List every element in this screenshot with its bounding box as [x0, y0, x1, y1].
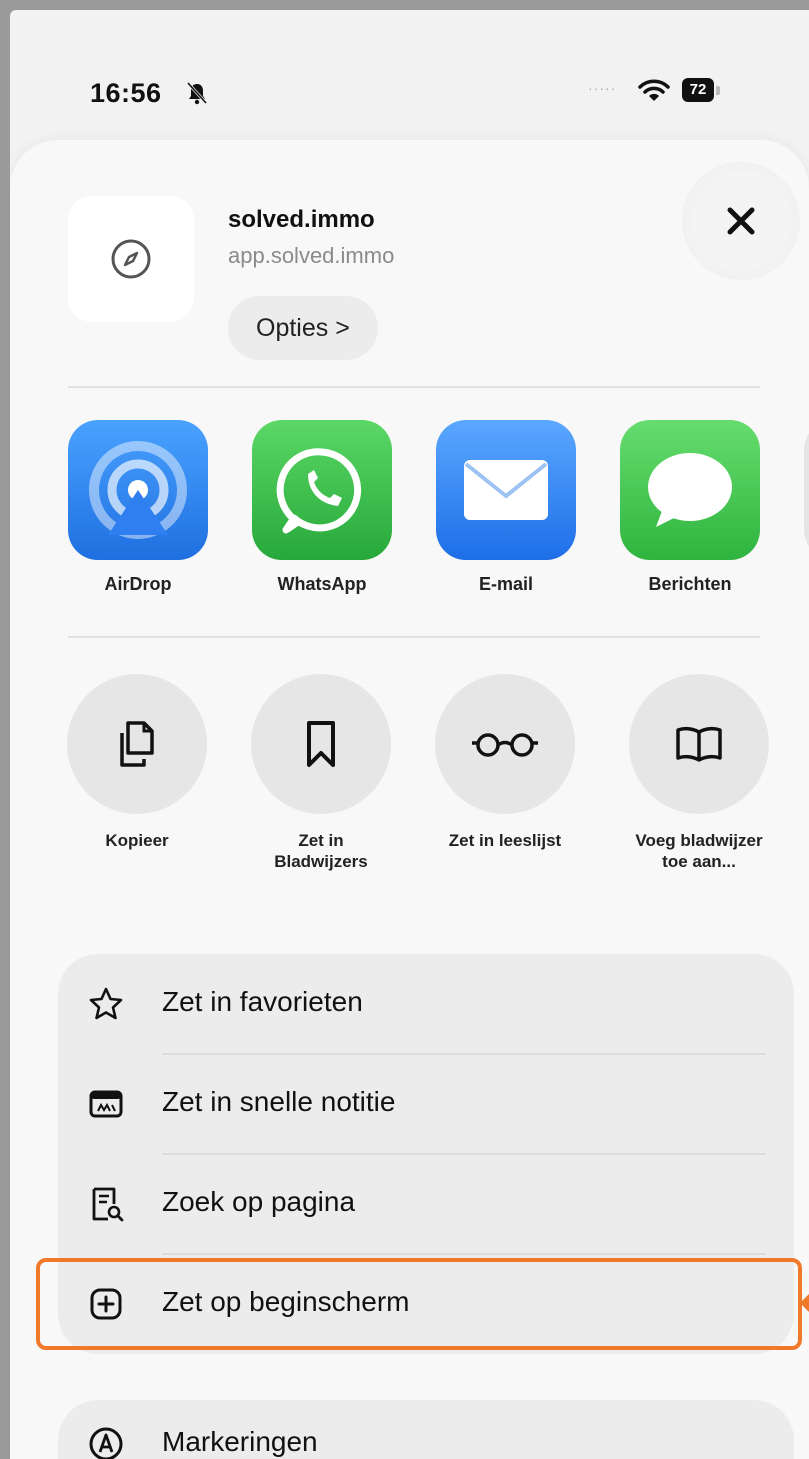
menu-item-label: Markeringen [162, 1426, 318, 1457]
app-row: AirDrop WhatsApp E-mail Berichten [10, 420, 809, 620]
action-label: Zet in Bladwijzers [274, 831, 368, 871]
app-label: H [794, 574, 809, 595]
battery-icon: 72 [682, 78, 722, 102]
menu-item-label: Zet in favorieten [162, 986, 363, 1017]
status-time: 16:56 [90, 78, 162, 108]
compass-icon [111, 239, 151, 279]
action-label: Kopieer [105, 831, 169, 850]
reading-glasses-icon [472, 733, 538, 757]
site-url: app.solved.immo [228, 243, 395, 268]
app-email[interactable]: E-mail [426, 420, 586, 595]
app-whatsapp[interactable]: WhatsApp [242, 420, 402, 595]
action-add-bookmark[interactable]: Zet in Bladwijzers [236, 674, 406, 872]
star-icon [89, 987, 123, 1020]
menu-item-markup[interactable]: Markeringen [58, 1400, 794, 1459]
wifi-icon [638, 79, 670, 101]
menu-item-find-on-page[interactable]: Zoek op pagina [58, 1154, 794, 1254]
airdrop-icon [68, 420, 208, 560]
find-in-page-icon [92, 1187, 124, 1222]
menu-item-label: Zet in snelle notitie [162, 1086, 396, 1117]
app-label: E-mail [478, 574, 534, 594]
action-reading-list[interactable]: Zet in leeslijst [420, 674, 590, 851]
site-icon [68, 196, 194, 322]
book-icon [676, 726, 722, 762]
action-bookmark-to[interactable]: Voeg bladwijzer toe aan... [614, 674, 784, 872]
battery-level: 72 [682, 78, 714, 102]
whatsapp-icon [252, 420, 392, 560]
menu-item-quick-note[interactable]: Zet in snelle notitie [58, 1054, 794, 1154]
close-button[interactable] [696, 176, 786, 266]
mail-icon [436, 420, 576, 560]
markup-icon [89, 1427, 123, 1459]
app-partial[interactable]: H [794, 420, 809, 595]
menu-item-favorites[interactable]: Zet in favorieten [58, 954, 794, 1054]
bell-slash-icon [186, 81, 208, 105]
site-title: solved.immo [228, 206, 375, 233]
action-copy[interactable]: Kopieer [52, 674, 222, 851]
apps-divider [68, 636, 760, 638]
action-label: Zet in leeslijst [448, 831, 562, 850]
messages-icon [620, 420, 760, 560]
close-icon [727, 207, 755, 235]
highlight-annotation [36, 1258, 802, 1350]
action-row: Kopieer Zet in Bladwijzers Zet in leesli… [10, 674, 809, 934]
status-bar: 16:56 ····· 72 [10, 10, 809, 140]
app-airdrop[interactable]: AirDrop [58, 420, 218, 595]
app-label: WhatsApp [277, 574, 367, 594]
app-messages[interactable]: Berichten [610, 420, 770, 595]
quick-note-icon [89, 1090, 123, 1118]
copy-icon [120, 721, 154, 767]
action-label: Voeg bladwijzer toe aan... [635, 831, 763, 871]
header-divider [68, 386, 760, 388]
app-label: AirDrop [104, 574, 172, 594]
menu-list-secondary: Markeringen [58, 1400, 794, 1459]
annotation-arrow-icon [800, 1294, 809, 1312]
bookmark-icon [307, 721, 335, 767]
app-icon [804, 420, 809, 560]
menu-item-label: Zoek op pagina [162, 1186, 356, 1217]
cellular-signal-icon: ····· [588, 80, 617, 96]
options-button[interactable]: Opties > [228, 296, 378, 360]
app-label: Berichten [648, 574, 732, 594]
share-sheet-screen: 16:56 ····· 72 solved.immo app.solved.im… [10, 10, 809, 1459]
